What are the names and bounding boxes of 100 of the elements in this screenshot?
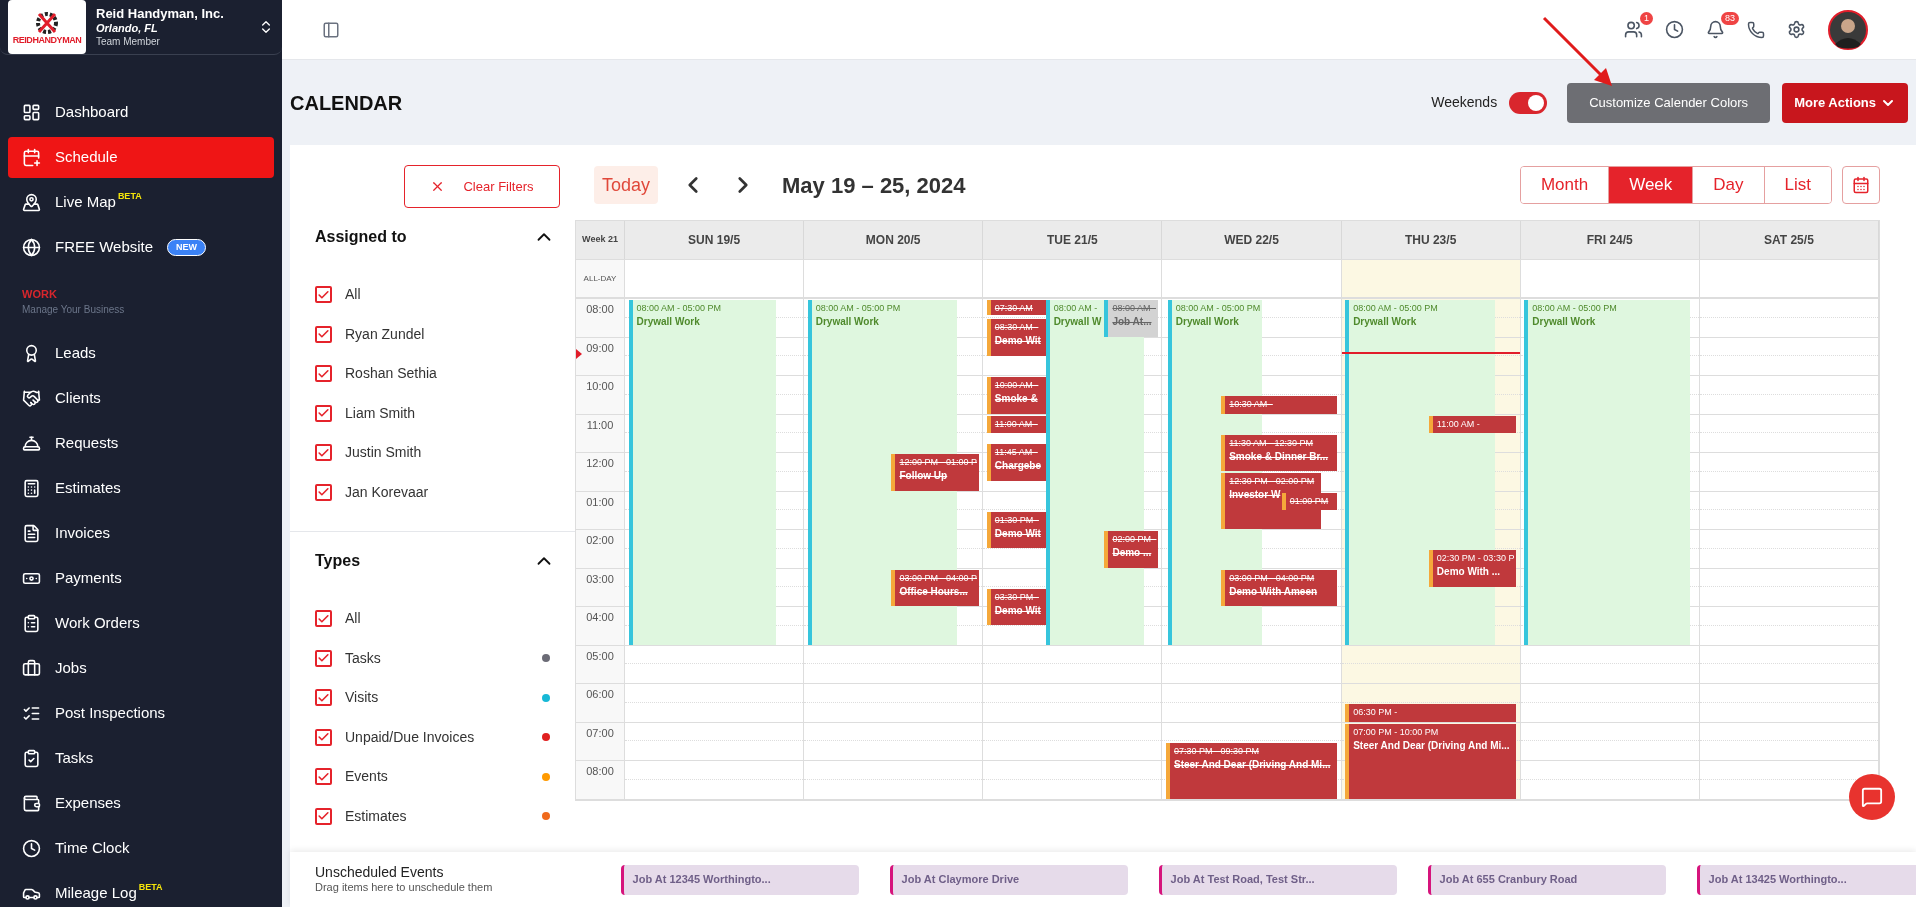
hour-label: 01:00 [586,494,614,510]
event-time: 08:00 AM - 05:00 PM [1532,302,1617,315]
event-time: 08:00 AM - 05:00 PM [815,302,901,315]
unscheduled-item[interactable]: Job At Test Road, Test Str... [1158,864,1397,895]
event-title: Drywall Work [1175,315,1239,328]
calendar-event[interactable]: 01:30 PM - Demo Wit [986,511,1046,549]
nav-item[interactable]: Invoices [8,513,274,554]
nav-item[interactable]: Schedule [8,137,274,178]
nav-label: Jobs [55,658,87,679]
clock-icon[interactable] [1665,20,1684,39]
hour-label: 11:00 [586,417,614,433]
day-column[interactable]: 08:00 AM - 05:00 PM Drywall Work [625,299,805,800]
calendar-event[interactable]: 07:30 AM [986,300,1046,316]
nav-item[interactable]: Tasks [8,738,274,779]
event-time: 11:45 AM - [994,446,1038,460]
checkbox[interactable] [315,286,332,304]
checkbox[interactable] [315,325,332,343]
nav-item[interactable]: Requests [8,423,274,464]
more-actions-button[interactable]: More Actions [1782,82,1908,123]
unscheduled-item[interactable]: Job At 655 Cranbury Road [1427,864,1666,895]
nav-label: Estimates [55,478,121,499]
day-column[interactable] [1162,299,1342,800]
filter-option: Events [345,766,388,788]
calendar-event[interactable]: 12:00 PM - 01:00 P Follow Up [891,454,979,491]
unscheduled-item[interactable]: Job At Claymore Drive [889,864,1128,895]
event-time: 08:00 AM - 05:00 PM [1353,302,1438,315]
nav-item[interactable]: Jobs [8,648,274,689]
calendar-event[interactable]: 11:30 AM - 12:30 PM Smoke & Dinner Br... [1221,434,1337,472]
calendar-event[interactable]: 03:00 PM - 04:00 P Office Hours... [891,569,979,606]
nav-label: Dashboard [55,102,129,123]
day-column[interactable]: 08:00 AM - 05:00 PM Drywall Work [1520,299,1700,800]
calendar-event[interactable]: 08:00 AM - Job At... [1104,300,1158,337]
unscheduled-item[interactable]: Job At 13425 Worthingto... [1696,864,1916,895]
view-tab[interactable]: List [1763,167,1831,203]
checkbox[interactable] [315,768,332,786]
dashboard-icon [22,103,41,122]
filter-group-title: Assigned to [315,227,407,247]
chat-icon [1861,786,1883,808]
phone-icon[interactable] [1747,20,1765,39]
clear-filters-button[interactable]: Clear Filters [404,165,560,208]
nav-item[interactable]: FREE Website NEW [8,227,274,268]
weekends-toggle[interactable] [1509,91,1548,114]
calendar-event[interactable]: 08:00 AM - 05:00 PM Drywall Work [628,300,777,645]
calendar-event[interactable]: 11:00 AM - [986,415,1046,433]
date-picker-button[interactable] [1842,166,1880,204]
day-column[interactable]: 08:00 AM - 05:00 PM Drywall Work 12:00 PM - 01:00 P Follow Up 03:00 PM - 04:00 P Office Hours... [804,299,984,800]
sidebar-toggle-icon[interactable] [322,20,340,39]
event-time: 01:30 PM - [994,513,1039,527]
nav-item[interactable]: Time Clock [8,828,274,869]
section-title: WORK [22,287,58,302]
view-tab[interactable]: Week [1608,167,1693,203]
checkbox[interactable] [315,483,332,501]
checkbox[interactable] [315,649,332,667]
calendar-event[interactable]: 08:00 AM - 05:00 PM Drywall Work [1524,300,1690,645]
calendar-event[interactable]: 03:30 PM - Demo Wit [986,588,1046,626]
event-time: 07:30 AM [994,302,1033,315]
nav-item[interactable]: Expenses [8,783,274,824]
nav-label: Clients [55,388,101,409]
event-time: 08:30 AM - [994,321,1039,335]
customize-colors-button[interactable]: Customize Calender Colors [1567,82,1771,123]
calendar-event[interactable]: 03:00 PM - 04:00 PM Demo With Ameen [1221,569,1337,606]
nav-item[interactable]: Estimates [8,468,274,509]
team-button[interactable]: 1 [1624,12,1653,39]
calendar-event[interactable]: 08:30 AM - Demo Wit [986,319,1046,356]
account-header[interactable]: REIDHANDYMAN Reid Handyman, Inc. Orlando, FL Team Member [0,0,282,55]
nav-item[interactable]: Clients [8,378,274,419]
checkbox[interactable] [315,444,332,462]
nav-item[interactable]: Leads [8,333,274,374]
calendar-event[interactable]: 11:45 AM - Chargebe [986,444,1046,481]
calendar-event[interactable]: 10:00 AM - Smoke & [986,377,1046,414]
hour-label: 07:00 [586,725,614,741]
day-column[interactable]: 08:00 AM - 05:00 PM Drywall Work 11:00 AM - 02:30 PM - 03:30 P Demo With ... 06:30 PM - 07:00 PM - 10:00 PM Steer And Dear (Driving And Mi... [1341,299,1521,800]
checkbox[interactable] [315,365,332,383]
today-button[interactable]: Today [594,166,659,204]
checkbox[interactable] [315,610,332,628]
nav-item[interactable]: Work Orders [8,603,274,644]
day-header: SUN 19/5 [625,221,805,259]
checkbox[interactable] [315,728,332,746]
checkbox[interactable] [315,807,332,825]
calendar-event[interactable]: 07:30 PM - 09:30 PM Steer And Dear (Driving And Mi... [1166,742,1337,799]
calendar-event[interactable]: 10:30 AM - [1221,396,1337,414]
day-column[interactable]: 07:30 AM 08:30 AM - Demo Wit 10:00 AM - Smoke & 11:00 AM - 11:45 AM - Chargebe 01:30 PM - Demo Wit 03:30 PM - Demo Wit 08:00 AM - Drywall W 08:00 AM - Job At... 02:00 PM - Demo ... [983,299,1163,800]
calendar-event[interactable]: 02:30 PM - 03:30 P Demo With ... [1428,550,1517,587]
checkbox[interactable] [315,689,332,707]
unscheduled-item[interactable]: Job At 12345 Worthingto... [620,864,859,895]
nav-item[interactable]: Post Inspections [8,693,274,734]
calendar-event[interactable]: 02:00 PM - Demo ... [1104,531,1158,568]
calendar-event[interactable]: 07:00 PM - 10:00 PM Steer And Dear (Driving And Mi... [1345,723,1517,799]
settings-icon[interactable] [1787,20,1806,39]
nav-item[interactable]: Dashboard [8,92,274,133]
notifications-button[interactable]: 83 [1706,12,1739,39]
user-avatar[interactable] [1828,9,1868,50]
nav-item[interactable]: Payments [8,558,274,599]
all-day-cell[interactable] [1341,260,1521,297]
filter-option: Unpaid/Due Invoices [345,726,475,748]
filter-option: Liam Smith [345,402,416,424]
hour-label: 02:00 [586,533,614,548]
wallet-icon [22,794,41,813]
checkbox[interactable] [315,404,332,422]
calendar-event[interactable]: 06:30 PM - [1345,704,1517,722]
